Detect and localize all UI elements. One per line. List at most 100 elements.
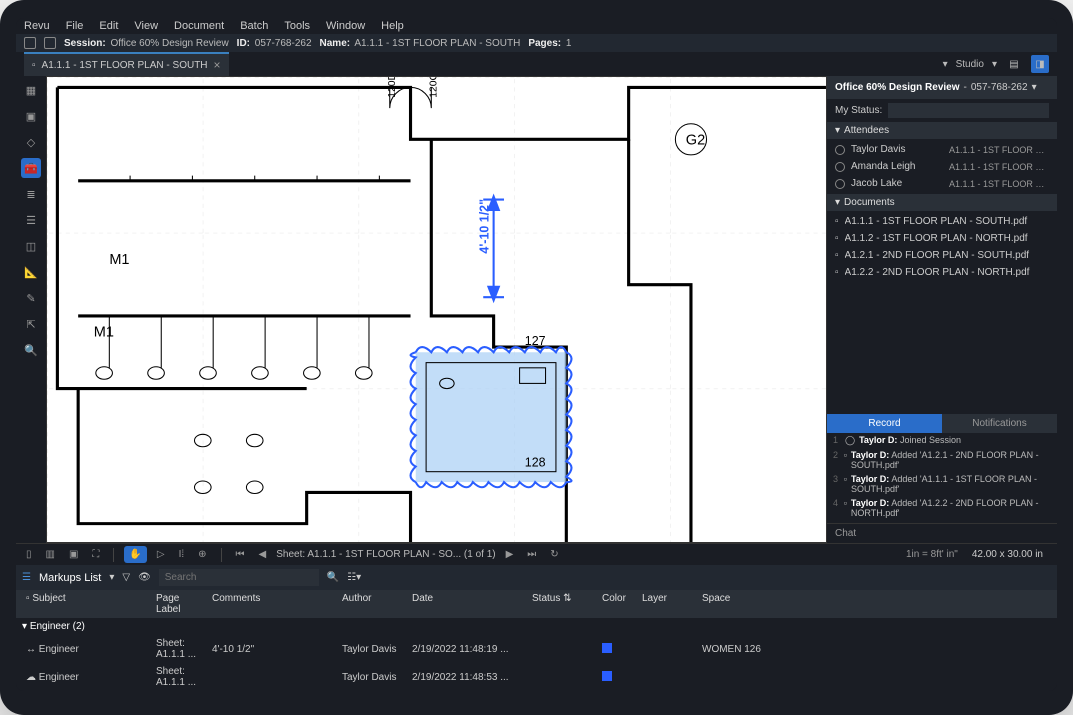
tool-grid-icon[interactable]: ▦ <box>21 80 41 100</box>
document-item[interactable]: ▫A1.1.2 - 1ST FLOOR PLAN - NORTH.pdf <box>827 230 1057 247</box>
person-icon <box>835 145 845 155</box>
menu-window[interactable]: Window <box>326 20 365 32</box>
col-space[interactable]: Space <box>698 593 778 615</box>
top-right-controls: ▾ Studio ▾ ▤ ◨ <box>943 55 1049 73</box>
tool-shapes-icon[interactable]: ◇ <box>21 132 41 152</box>
chevron-down-icon: ▾ <box>835 197 840 208</box>
visibility-icon[interactable]: 👁 <box>138 572 151 583</box>
doc-icon: ▫ <box>32 60 36 71</box>
col-color[interactable]: Color <box>598 593 638 615</box>
tool-links-icon[interactable]: ⇱ <box>21 314 41 334</box>
status-row: My Status: <box>827 99 1057 122</box>
attendee-item[interactable]: Taylor DavisA1.1.1 - 1ST FLOOR PLAN - SO <box>827 141 1057 158</box>
documents-section-header[interactable]: ▾Documents <box>827 194 1057 211</box>
chevron-down-icon[interactable]: ▾ <box>1032 82 1037 93</box>
prev-page-icon[interactable]: ◀ <box>255 547 271 562</box>
attendees-section-header[interactable]: ▾Attendees <box>827 122 1057 139</box>
studio-session-header: Office 60% Design Review - 057-768-262 ▾ <box>827 76 1057 99</box>
col-date[interactable]: Date <box>408 593 528 615</box>
close-icon[interactable]: × <box>214 58 221 72</box>
file-icon: ▫ <box>844 450 847 470</box>
log-tabs: Record Notifications <box>827 414 1057 433</box>
log-item: 1◯Taylor D: Joined Session <box>827 433 1057 448</box>
session-doc-label: Name: <box>320 38 351 49</box>
panel-icon[interactable]: ▤ <box>1005 55 1023 73</box>
filter-icon[interactable]: ▽ <box>122 572 130 583</box>
menu-revu[interactable]: Revu <box>24 20 50 32</box>
last-page-icon[interactable]: ⏭ <box>523 547 540 562</box>
col-layer[interactable]: Layer <box>638 593 698 615</box>
menu-view[interactable]: View <box>134 20 158 32</box>
chevron-down-icon[interactable]: ▾ <box>943 59 948 70</box>
tool-signatures-icon[interactable]: ✎ <box>21 288 41 308</box>
chevron-down-icon[interactable]: ▾ <box>992 59 997 70</box>
fit-page-icon[interactable]: ⛶ <box>88 547 103 562</box>
file-icon: ▫ <box>844 498 847 518</box>
zoom-tool-icon[interactable]: ⊕ <box>194 547 210 562</box>
session-pages: 1 <box>566 38 572 49</box>
tool-layers-icon[interactable]: ≣ <box>21 184 41 204</box>
col-comments[interactable]: Comments <box>208 593 338 615</box>
continuous-icon[interactable]: ▥ <box>42 547 59 562</box>
markup-row[interactable]: ☁ Engineer Sheet: A1.1.1 ... Taylor Davi… <box>16 663 1057 691</box>
col-status[interactable]: Status ⇅ <box>528 593 598 615</box>
dimension-text: 4'-10 1/2" <box>477 199 491 254</box>
list-icon[interactable]: ☰ <box>22 572 31 583</box>
text-select-icon[interactable]: I⁞ <box>175 547 189 562</box>
select-tool-icon[interactable]: ▷ <box>153 547 169 562</box>
search-icon[interactable]: 🔍 <box>327 572 339 583</box>
cloud-markup[interactable] <box>411 347 572 487</box>
chevron-down-icon: ▾ <box>835 125 840 136</box>
file-icon: ▫ <box>835 216 839 227</box>
col-author[interactable]: Author <box>338 593 408 615</box>
navigation-bar: ▯ ▥ ▣ ⛶ ✋ ▷ I⁞ ⊕ ⏮ ◀ Sheet: A1.1.1 - 1ST… <box>16 543 1057 565</box>
attendee-item[interactable]: Amanda LeighA1.1.1 - 1ST FLOOR PLAN - SO <box>827 158 1057 175</box>
tool-bookmarks-icon[interactable]: ◫ <box>21 236 41 256</box>
drawing-viewport[interactable]: 4'-10 1/2" G2 M1 M1 120D 120C 127 128 <box>46 76 827 543</box>
room-label-127: 127 <box>525 334 546 348</box>
file-icon: ▫ <box>844 474 847 494</box>
cloud-icon: ☁ <box>26 672 36 683</box>
tool-properties-icon[interactable]: ☰ <box>21 210 41 230</box>
markups-panel: ☰ Markups List ▾ ▽ 👁 🔍 ☷▾ ▫ Subject Page… <box>16 565 1057 691</box>
tool-thumbnails-icon[interactable]: ▣ <box>21 106 41 126</box>
tool-search-icon[interactable]: 🔍 <box>21 340 41 360</box>
tab-record[interactable]: Record <box>827 414 942 433</box>
next-page-icon[interactable]: ▶ <box>502 547 518 562</box>
single-page-icon[interactable]: ▯ <box>22 547 36 562</box>
menu-document[interactable]: Document <box>174 20 224 32</box>
search-input[interactable] <box>159 569 319 586</box>
split-view-icon[interactable]: ◨ <box>1031 55 1049 73</box>
pan-tool-icon[interactable]: ✋ <box>124 546 146 563</box>
markups-title: Markups List <box>39 572 101 584</box>
menu-edit[interactable]: Edit <box>99 20 118 32</box>
tool-toolchest-icon[interactable]: 🧰 <box>21 158 41 178</box>
rotate-icon[interactable]: ↻ <box>546 547 562 562</box>
markup-group[interactable]: ▾ Engineer (2) <box>16 618 1057 635</box>
two-page-icon[interactable]: ▣ <box>65 547 82 562</box>
chevron-down-icon[interactable]: ▾ <box>109 572 114 583</box>
studio-label[interactable]: Studio <box>956 59 984 70</box>
menu-help[interactable]: Help <box>381 20 404 32</box>
menu-tools[interactable]: Tools <box>284 20 310 32</box>
status-input[interactable] <box>888 103 1049 118</box>
documents-list: ▫A1.1.1 - 1ST FLOOR PLAN - SOUTH.pdf ▫A1… <box>827 211 1057 283</box>
col-subject[interactable]: ▫ Subject <box>22 593 152 615</box>
document-item[interactable]: ▫A1.2.2 - 2ND FLOOR PLAN - NORTH.pdf <box>827 264 1057 281</box>
col-page[interactable]: Page Label <box>152 593 208 615</box>
studio-title: Office 60% Design Review <box>835 82 960 93</box>
attendee-item[interactable]: Jacob LakeA1.1.1 - 1ST FLOOR PLAN - SO <box>827 175 1057 192</box>
menu-file[interactable]: File <box>66 20 84 32</box>
columns-icon[interactable]: ☷▾ <box>347 572 361 583</box>
document-tab[interactable]: ▫ A1.1.1 - 1ST FLOOR PLAN - SOUTH × <box>24 52 229 76</box>
chat-label[interactable]: Chat <box>827 523 1057 543</box>
document-item[interactable]: ▫A1.1.1 - 1ST FLOOR PLAN - SOUTH.pdf <box>827 213 1057 230</box>
markup-row[interactable]: ↔ Engineer Sheet: A1.1.1 ... 4'-10 1/2" … <box>16 635 1057 663</box>
session-label: Session: <box>64 38 106 49</box>
menu-batch[interactable]: Batch <box>240 20 268 32</box>
tool-measure-icon[interactable]: 📐 <box>21 262 41 282</box>
first-page-icon[interactable]: ⏮ <box>232 547 249 562</box>
coordinates-label: 42.00 x 30.00 in <box>964 549 1051 560</box>
tab-notifications[interactable]: Notifications <box>942 414 1057 433</box>
document-item[interactable]: ▫A1.2.1 - 2ND FLOOR PLAN - SOUTH.pdf <box>827 247 1057 264</box>
